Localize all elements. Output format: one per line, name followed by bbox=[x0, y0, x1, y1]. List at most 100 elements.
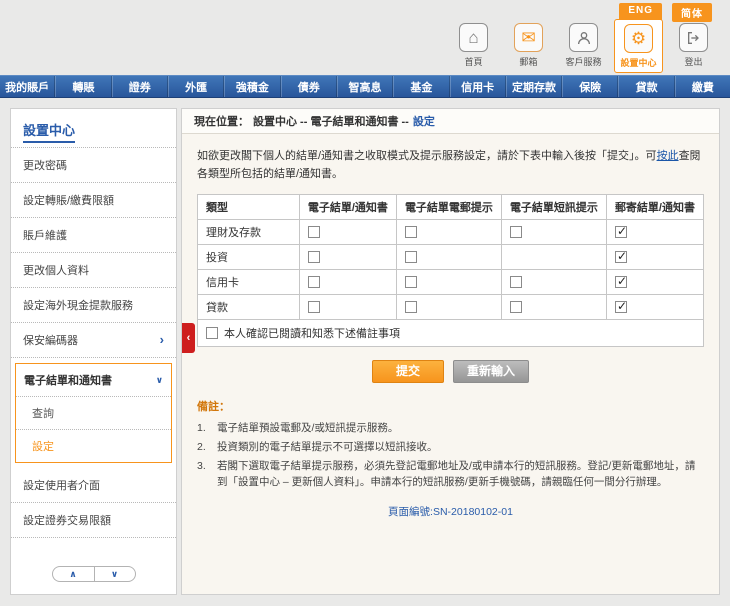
table-checkbox[interactable] bbox=[405, 251, 417, 263]
customer-service-label: 客戶服務 bbox=[565, 55, 601, 68]
table-header-row: 類型 電子結單/通知書 電子結單電郵提示 電子結單短訊提示 郵寄結單/通知書 bbox=[198, 195, 704, 220]
sidebar-item-securities-trading-limit[interactable]: 設定證券交易限額 bbox=[11, 503, 176, 538]
intro-text: 如欲更改閣下個人的結單/通知書之收取模式及提示服務設定，請於下表中輸入後按「提交… bbox=[197, 147, 704, 183]
table-checkbox[interactable] bbox=[615, 251, 627, 263]
header-email-alert: 電子結單電郵提示 bbox=[396, 195, 501, 220]
mailbox-shortcut[interactable]: ✉ 郵箱 bbox=[504, 19, 553, 71]
nav-item-transfer[interactable]: 轉賬 bbox=[55, 76, 111, 97]
nav-item-bill-payment[interactable]: 繳費 bbox=[675, 76, 730, 97]
nav-item-mpf[interactable]: 強積金 bbox=[224, 76, 280, 97]
collapse-sidebar-tab[interactable]: ‹ bbox=[182, 323, 195, 353]
header-sms-alert: 電子結單短訊提示 bbox=[501, 195, 606, 220]
nav-item-loans[interactable]: 貸款 bbox=[618, 76, 674, 97]
header-type: 類型 bbox=[198, 195, 300, 220]
logout-shortcut[interactable]: 登出 bbox=[669, 19, 718, 71]
nav-item-time-deposit[interactable]: 定期存款 bbox=[506, 76, 562, 97]
scroll-up-button[interactable]: ∧ bbox=[52, 566, 94, 582]
sidebar-item-transfer-limits[interactable]: 設定轉賬/繳費限額 bbox=[11, 183, 176, 218]
confirm-row: 本人確認已閱讀和知悉下述備註事項 bbox=[197, 320, 704, 347]
table-checkbox[interactable] bbox=[405, 276, 417, 288]
nav-item-my-accounts[interactable]: 我的賬戶 bbox=[0, 76, 55, 97]
estatement-group-label: 電子結單和通知書 bbox=[24, 372, 112, 388]
logout-icon bbox=[679, 23, 708, 52]
header-estatement: 電子結單/通知書 bbox=[299, 195, 396, 220]
row-label: 貸款 bbox=[198, 295, 300, 320]
sidebar-item-estatement-setting[interactable]: 設定 bbox=[16, 430, 171, 462]
action-buttons: 提交 重新輸入 bbox=[197, 360, 704, 382]
header-paper-statement: 郵寄結單/通知書 bbox=[606, 195, 703, 220]
note-item: 3. 若閣下選取電子結單提示服務，必須先登記電郵地址及/或申請本行的短訊服務。登… bbox=[197, 458, 704, 491]
sidebar-scroll-controls: ∧ ∨ bbox=[11, 566, 176, 582]
settings-center-label: 設置中心 bbox=[620, 56, 656, 69]
estatement-settings-table: 類型 電子結單/通知書 電子結單電郵提示 電子結單短訊提示 郵寄結單/通知書 理… bbox=[197, 194, 704, 320]
table-checkbox[interactable] bbox=[308, 226, 320, 238]
view-statement-types-link[interactable]: 按此 bbox=[657, 150, 679, 162]
table-checkbox[interactable] bbox=[510, 276, 522, 288]
mailbox-label: 郵箱 bbox=[519, 55, 537, 68]
row-label: 投資 bbox=[198, 245, 300, 270]
customer-service-shortcut[interactable]: 客戶服務 bbox=[559, 19, 608, 71]
table-checkbox[interactable] bbox=[308, 301, 320, 313]
logout-label: 登出 bbox=[684, 55, 702, 68]
gear-icon: ⚙ bbox=[624, 24, 653, 53]
table-row: 貸款 bbox=[198, 295, 704, 320]
sidebar-item-estatement-enquiry[interactable]: 查詢 bbox=[16, 397, 171, 430]
nav-item-smart-interest[interactable]: 智高息 bbox=[337, 76, 393, 97]
sidebar-title: 設置中心 bbox=[11, 109, 176, 148]
settings-center-shortcut[interactable]: ⚙ 設置中心 bbox=[614, 19, 663, 73]
sidebar-item-ui-setting[interactable]: 設定使用者介面 bbox=[11, 468, 176, 503]
breadcrumb-path: 設置中心 -- 電子結單和通知書 -- bbox=[253, 113, 409, 129]
reset-button[interactable]: 重新輸入 bbox=[453, 360, 529, 382]
table-checkbox[interactable] bbox=[405, 226, 417, 238]
sidebar-item-update-personal-info[interactable]: 更改個人資料 bbox=[11, 253, 176, 288]
table-checkbox[interactable] bbox=[615, 276, 627, 288]
table-checkbox[interactable] bbox=[308, 276, 320, 288]
nav-item-funds[interactable]: 基金 bbox=[393, 76, 449, 97]
security-device-label: 保安編碼器 bbox=[23, 332, 78, 348]
mail-icon: ✉ bbox=[514, 23, 543, 52]
chevron-right-icon: › bbox=[160, 336, 164, 344]
sidebar-item-overseas-cash-withdrawal[interactable]: 設定海外現金提款服務 bbox=[11, 288, 176, 323]
breadcrumb: 現在位置： 設置中心 -- 電子結單和通知書 -- 設定 bbox=[182, 109, 719, 134]
chevron-down-icon: ∨ bbox=[156, 375, 163, 386]
table-checkbox[interactable] bbox=[615, 301, 627, 313]
breadcrumb-label: 現在位置： bbox=[194, 113, 249, 129]
home-icon: ⌂ bbox=[459, 23, 488, 52]
table-checkbox[interactable] bbox=[510, 226, 522, 238]
settings-sidebar: 設置中心 更改密碼 設定轉賬/繳費限額 賬戶維護 更改個人資料 設定海外現金提款… bbox=[10, 108, 177, 595]
notes-section: 備註： 1. 電子結單預設電郵及/或短訊提示服務。 2. 投資類別的電子結單提示… bbox=[197, 398, 704, 491]
nav-item-bonds[interactable]: 債券 bbox=[281, 76, 337, 97]
nav-item-securities[interactable]: 證券 bbox=[112, 76, 168, 97]
note-item: 1. 電子結單預設電郵及/或短訊提示服務。 bbox=[197, 420, 704, 436]
quick-icon-bar: ⌂ 首頁 ✉ 郵箱 客戶服務 ⚙ 設置中心 登出 bbox=[449, 19, 718, 73]
confirm-checkbox[interactable] bbox=[206, 327, 218, 339]
nav-item-insurance[interactable]: 保險 bbox=[562, 76, 618, 97]
table-checkbox[interactable] bbox=[308, 251, 320, 263]
table-row: 理財及存款 bbox=[198, 220, 704, 245]
table-checkbox[interactable] bbox=[615, 226, 627, 238]
sidebar-item-change-password[interactable]: 更改密碼 bbox=[11, 148, 176, 183]
home-shortcut[interactable]: ⌂ 首頁 bbox=[449, 19, 498, 71]
note-item: 2. 投資類別的電子結單提示不可選擇以短訊接收。 bbox=[197, 439, 704, 455]
row-label: 信用卡 bbox=[198, 270, 300, 295]
scroll-down-button[interactable]: ∨ bbox=[94, 566, 136, 582]
breadcrumb-current[interactable]: 設定 bbox=[413, 113, 435, 129]
table-row: 信用卡 bbox=[198, 270, 704, 295]
table-checkbox[interactable] bbox=[405, 301, 417, 313]
page-number: 頁面編號:SN-20180102-01 bbox=[197, 504, 704, 519]
sidebar-item-estatement[interactable]: 電子結單和通知書 ∨ bbox=[16, 364, 171, 397]
table-row: 投資 bbox=[198, 245, 704, 270]
confirm-text: 本人確認已閱讀和知悉下述備註事項 bbox=[224, 325, 400, 341]
submit-button[interactable]: 提交 bbox=[372, 360, 444, 382]
home-label: 首頁 bbox=[464, 55, 482, 68]
content-panel: 現在位置： 設置中心 -- 電子結單和通知書 -- 設定 如欲更改閣下個人的結單… bbox=[181, 108, 720, 595]
nav-item-fx[interactable]: 外匯 bbox=[168, 76, 224, 97]
notes-title: 備註： bbox=[197, 398, 704, 414]
sidebar-group-estatement: 電子結單和通知書 ∨ 查詢 設定 bbox=[15, 363, 172, 463]
nav-item-credit-card[interactable]: 信用卡 bbox=[450, 76, 506, 97]
customer-service-icon bbox=[569, 23, 598, 52]
table-checkbox[interactable] bbox=[510, 301, 522, 313]
main-nav: 我的賬戶 轉賬 證券 外匯 強積金 債券 智高息 基金 信用卡 定期存款 保險 … bbox=[0, 75, 730, 98]
sidebar-item-account-maintenance[interactable]: 賬戶維護 bbox=[11, 218, 176, 253]
sidebar-item-security-device[interactable]: 保安編碼器 › bbox=[11, 323, 176, 358]
